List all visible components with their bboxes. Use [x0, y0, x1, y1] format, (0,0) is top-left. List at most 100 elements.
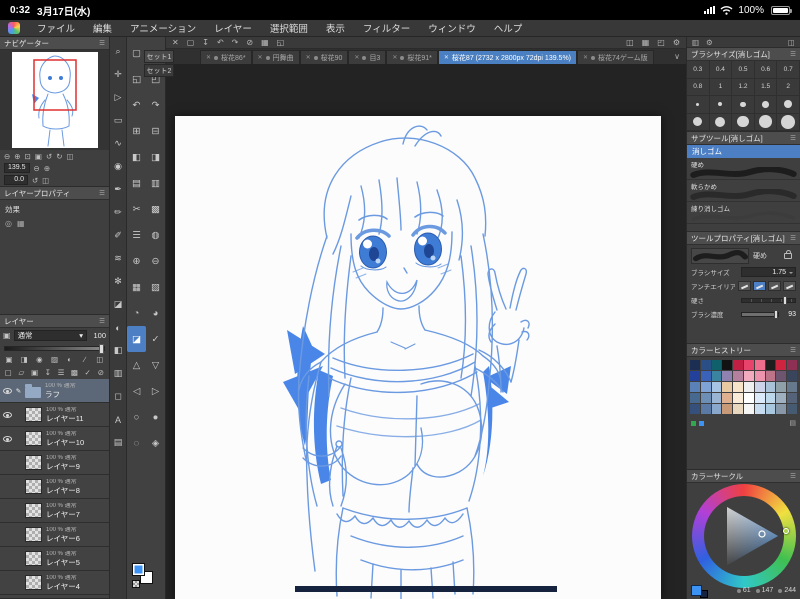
brush-size-input[interactable]: 1.75 — [741, 267, 796, 277]
lock-icon[interactable] — [784, 250, 792, 259]
new-layer-icon[interactable]: ▢ — [2, 368, 14, 377]
workspace-set-tab-1[interactable]: セット1 — [144, 50, 174, 63]
color-swatch[interactable] — [700, 404, 711, 414]
layer-row[interactable]: 100 % 通常レイヤー3 — [0, 595, 109, 598]
brush-size-20[interactable] — [732, 113, 755, 131]
tab-close-icon[interactable]: ✕ — [258, 54, 263, 61]
hue-marker[interactable] — [783, 528, 789, 534]
color-swatch[interactable] — [776, 360, 787, 370]
tool-palette-icon[interactable]: ▽ — [146, 352, 165, 378]
brush-size-15[interactable] — [709, 113, 733, 131]
workspace-set-tab-2[interactable]: セット2 — [144, 64, 174, 77]
tool-palette-icon[interactable]: ▧ — [146, 274, 165, 300]
color-swatch[interactable] — [722, 371, 733, 381]
tab-close-icon[interactable]: ✕ — [392, 54, 397, 61]
color-swatch[interactable] — [711, 360, 722, 370]
color-swatch[interactable] — [765, 360, 776, 370]
tool-palette-icon[interactable]: ◁ — [127, 378, 146, 404]
layer-row[interactable]: 100 % 通常 レイヤー9 — [0, 451, 109, 475]
tool-decoration[interactable]: ✻ — [111, 270, 126, 293]
canvas-sheet[interactable] — [175, 116, 661, 599]
brush-size-30[interactable] — [777, 113, 800, 131]
tool-palette-icon[interactable]: ⊟ — [146, 118, 165, 144]
doc-tab[interactable]: ✕ 桜花91* — [386, 50, 438, 64]
menu-animation[interactable]: アニメーション — [121, 21, 205, 35]
tool-palette-icon[interactable]: ↷ — [146, 92, 165, 118]
tool-selection[interactable]: ▭ — [111, 109, 126, 132]
workspace-settings-icon[interactable]: ⚙ — [673, 38, 680, 47]
save-icon[interactable]: ↧ — [202, 38, 209, 47]
layer-mask-icon[interactable]: ▩ — [68, 368, 80, 377]
brush-size-0.6[interactable]: 0.6 — [754, 61, 778, 79]
brush-size-3[interactable] — [687, 96, 710, 114]
color-swatch[interactable] — [733, 382, 743, 392]
color-swatch[interactable] — [787, 382, 797, 392]
clip-studio-logo-icon[interactable] — [8, 22, 20, 34]
color-swatch[interactable] — [690, 371, 700, 381]
tool-palette-icon[interactable]: △ — [127, 352, 146, 378]
tool-palette-icon[interactable]: ◪ — [127, 326, 146, 352]
tool-palette-icon[interactable]: ◌ — [127, 430, 146, 456]
tool-palette-icon[interactable]: ⊖ — [146, 248, 165, 274]
lock-transparent-icon[interactable]: ▨ — [47, 355, 61, 364]
enable-mask-icon[interactable]: ◐ — [63, 355, 77, 364]
tool-airbrush[interactable]: ≋ — [111, 247, 126, 270]
tool-text[interactable]: A — [111, 408, 126, 431]
menu-selection[interactable]: 選択範囲 — [261, 21, 317, 35]
color-swatch[interactable] — [765, 382, 776, 392]
tool-palette-icon[interactable]: ↶ — [127, 92, 146, 118]
brush-size-0.5[interactable]: 0.5 — [732, 61, 755, 79]
color-swatch[interactable] — [744, 393, 754, 403]
fit-to-screen-icon[interactable]: ⊡ — [25, 152, 31, 161]
menu-edit[interactable]: 編集 — [84, 21, 121, 35]
color-swatch[interactable] — [744, 371, 754, 381]
layer-thumbnail[interactable] — [25, 575, 42, 590]
layer-thumbnail[interactable] — [25, 551, 42, 566]
panel-menu-icon[interactable]: ☰ — [99, 317, 105, 325]
brush-size-0.7[interactable]: 0.7 — [777, 61, 800, 79]
hardness-slider[interactable] — [741, 295, 796, 305]
layer-row[interactable]: 100 % 通常 レイヤー11 — [0, 403, 109, 427]
zoom-slider-out-icon[interactable]: ⊖ — [34, 164, 40, 173]
color-swatch[interactable] — [754, 404, 765, 414]
tool-palette-icon[interactable]: ☰ — [127, 222, 146, 248]
history-options-icon[interactable]: ▤ — [789, 419, 796, 427]
brush-size-0.4[interactable]: 0.4 — [709, 61, 733, 79]
transparent-color-chip[interactable] — [132, 580, 140, 588]
tool-palette-icon[interactable]: ⊕ — [127, 248, 146, 274]
flip-view-icon[interactable]: ◫ — [626, 38, 634, 47]
palette-color-icon[interactable]: ▣ — [2, 355, 16, 364]
menu-help[interactable]: ヘルプ — [485, 21, 532, 35]
brush-size-1.5[interactable]: 1.5 — [754, 78, 778, 96]
palette-dock-icon[interactable]: ▥ — [692, 38, 699, 47]
color-swatch[interactable] — [733, 360, 743, 370]
tool-palette-icon[interactable]: ⊞ — [127, 118, 146, 144]
eye-icon[interactable] — [2, 435, 12, 442]
flip-horizontal-icon[interactable]: ◫ — [67, 152, 74, 161]
tool-palette-icon[interactable]: ▦ — [127, 274, 146, 300]
color-swatch[interactable] — [711, 393, 722, 403]
tab-close-icon[interactable]: ✕ — [444, 54, 449, 61]
panel-menu-icon[interactable]: ☰ — [99, 189, 105, 197]
rotate-left-icon[interactable]: ↺ — [46, 152, 52, 161]
color-swatch[interactable] — [711, 404, 722, 414]
tool-palette-icon[interactable]: ▤ — [127, 170, 146, 196]
tool-palette-icon[interactable]: ✓ — [146, 326, 165, 352]
set-ruler-icon[interactable]: ∕ — [78, 355, 92, 364]
sv-triangle[interactable] — [704, 496, 784, 576]
tool-palette-icon[interactable]: ◈ — [146, 430, 165, 456]
border-effect-icon[interactable]: ◎ — [5, 219, 12, 228]
color-swatch[interactable] — [754, 360, 765, 370]
rotate-right-icon[interactable]: ↻ — [56, 152, 62, 161]
aa-level-2[interactable] — [768, 281, 781, 291]
blend-mode-select[interactable]: 通常 ▾ — [13, 330, 87, 341]
color-swatch[interactable] — [776, 382, 787, 392]
color-swatch[interactable] — [787, 360, 797, 370]
aa-level-0[interactable] — [738, 281, 751, 291]
merge-down-icon[interactable]: ↧ — [42, 368, 54, 377]
layer-row[interactable]: 100 % 通常 レイヤー4 — [0, 571, 109, 595]
subtool-item[interactable]: 硬め — [687, 158, 800, 180]
tool-figure[interactable]: ◻ — [111, 385, 126, 408]
panel-menu-icon[interactable]: ☰ — [790, 472, 796, 480]
color-swatch[interactable] — [722, 360, 733, 370]
